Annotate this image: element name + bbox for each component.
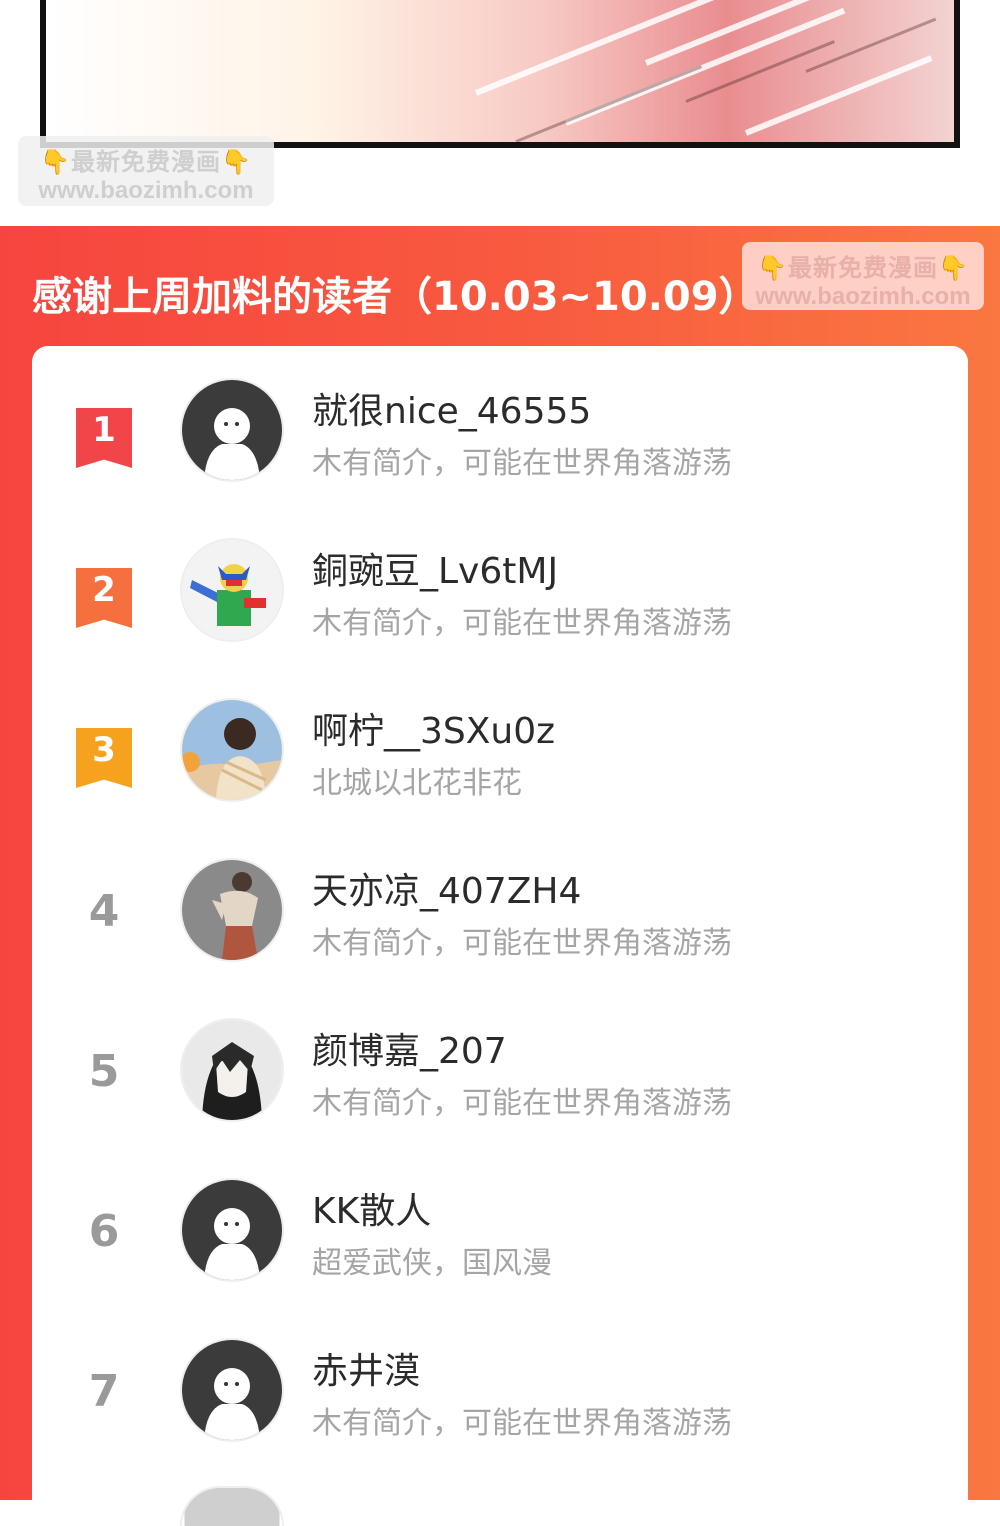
reader-bio: 木有简介，可能在世界角落游荡 bbox=[312, 446, 732, 481]
ranking-card: 1 就很nice_46555 木有简介，可能在世界角落游荡 2 銅豌豆_Lv6t… bbox=[32, 346, 968, 1526]
watermark-url: www.baozimh.com bbox=[755, 283, 971, 310]
rank-badge: 2 bbox=[76, 568, 132, 628]
boy-avatar-icon[interactable] bbox=[180, 698, 284, 802]
watermark-text: 最新免费漫画 bbox=[788, 255, 938, 282]
rank-badge: 3 bbox=[76, 728, 132, 788]
pointing-hand-icon: 👇 bbox=[757, 255, 788, 282]
rank-number: 6 bbox=[88, 1206, 120, 1257]
default-avatar-icon[interactable] bbox=[180, 1338, 284, 1442]
ranking-title: 感谢上周加料的读者（10.03~10.09） bbox=[32, 274, 759, 320]
comic-panel-image bbox=[40, 0, 960, 148]
list-item[interactable]: 1 就很nice_46555 木有简介，可能在世界角落游荡 bbox=[32, 358, 968, 508]
reader-name[interactable]: 天亦凉_407ZH4 bbox=[312, 862, 581, 914]
reader-bio: 木有简介，可能在世界角落游荡 bbox=[312, 1086, 732, 1121]
list-item[interactable]: 3 啊柠__3SXu0z 北城以北花非花 bbox=[32, 678, 968, 828]
watermark-url: www.baozimh.com bbox=[38, 177, 254, 204]
rank-number: 7 bbox=[88, 1366, 120, 1417]
reader-name[interactable]: KK散人 bbox=[312, 1182, 431, 1234]
reader-bio: 北城以北花非花 bbox=[312, 766, 522, 801]
avatar bbox=[180, 1486, 284, 1526]
default-avatar-icon[interactable] bbox=[180, 378, 284, 482]
watermark-right: 👇最新免费漫画👇 www.baozimh.com bbox=[742, 242, 984, 310]
pointing-hand-icon: 👇 bbox=[221, 149, 252, 176]
list-item[interactable]: 5 颜博嘉_207 木有简介，可能在世界角落游荡 bbox=[32, 998, 968, 1148]
figure-avatar-icon[interactable] bbox=[180, 858, 284, 962]
reader-bio: 木有简介，可能在世界角落游荡 bbox=[312, 606, 732, 641]
reader-name[interactable]: 颜博嘉_207 bbox=[312, 1022, 507, 1074]
reader-name[interactable]: 銅豌豆_Lv6tMJ bbox=[312, 542, 558, 594]
reader-ranking-section: 感谢上周加料的读者（10.03~10.09） 1 就很nice_46555 木有… bbox=[0, 226, 1000, 1526]
reader-name[interactable]: 就很nice_46555 bbox=[312, 382, 591, 434]
robot-avatar-icon[interactable] bbox=[180, 538, 284, 642]
list-item[interactable]: 6 KK散人 超爱武侠，国风漫 bbox=[32, 1158, 968, 1308]
list-item[interactable]: 7 赤井漠 木有简介，可能在世界角落游荡 bbox=[32, 1318, 968, 1468]
list-item[interactable]: 4 天亦凉_407ZH4 木有简介，可能在世界角落游荡 bbox=[32, 838, 968, 988]
reader-bio: 木有简介，可能在世界角落游荡 bbox=[312, 926, 732, 961]
reader-name[interactable]: 啊柠__3SXu0z bbox=[312, 702, 555, 754]
list-item[interactable]: 2 銅豌豆_Lv6tMJ 木有简介，可能在世界角落游荡 bbox=[32, 518, 968, 668]
rank-badge: 1 bbox=[76, 408, 132, 468]
pointing-hand-icon: 👇 bbox=[938, 255, 969, 282]
anime-avatar-icon[interactable] bbox=[180, 1018, 284, 1122]
watermark-text: 最新免费漫画 bbox=[71, 149, 221, 176]
reader-name[interactable]: 赤井漠 bbox=[312, 1342, 420, 1394]
rank-number: 5 bbox=[88, 1046, 120, 1097]
watermark-left: 👇最新免费漫画👇 www.baozimh.com bbox=[18, 136, 274, 206]
rank-number: 4 bbox=[88, 886, 120, 937]
reader-bio: 超爱武侠，国风漫 bbox=[312, 1246, 552, 1281]
default-avatar-icon[interactable] bbox=[180, 1178, 284, 1282]
reader-bio: 木有简介，可能在世界角落游荡 bbox=[312, 1406, 732, 1441]
pointing-hand-icon: 👇 bbox=[40, 149, 71, 176]
